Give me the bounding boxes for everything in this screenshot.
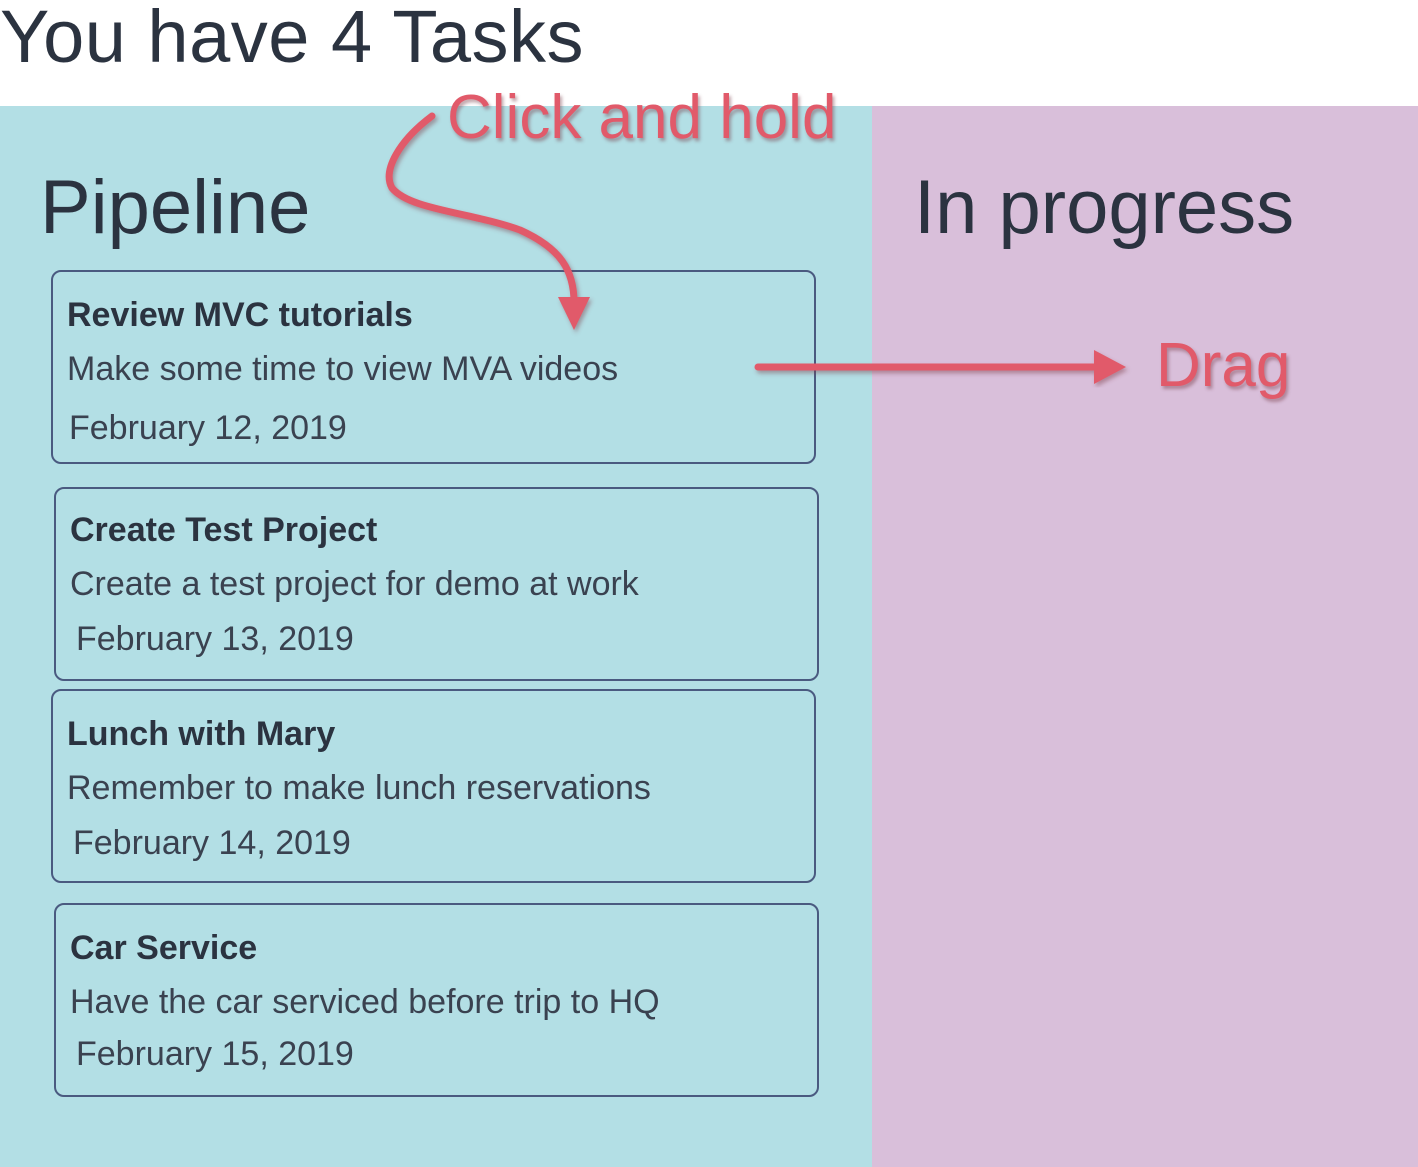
task-title: Car Service (70, 929, 258, 967)
column-in-progress[interactable]: In progress (872, 106, 1418, 1167)
task-date: February 15, 2019 (76, 1035, 354, 1073)
column-title-pipeline: Pipeline (40, 165, 311, 250)
page-title: You have 4 Tasks (0, 0, 584, 78)
annotation-click-and-hold: Click and hold (447, 83, 837, 152)
task-title: Lunch with Mary (67, 715, 336, 753)
column-title-in-progress: In progress (914, 165, 1295, 250)
column-pipeline[interactable]: Pipeline Review MVC tutorials Make some … (0, 106, 872, 1167)
task-description: Remember to make lunch reservations (67, 769, 651, 807)
annotation-drag: Drag (1156, 331, 1291, 400)
task-title: Create Test Project (70, 511, 378, 549)
task-date: February 14, 2019 (73, 824, 351, 862)
task-card-car-service[interactable]: Car Service Have the car serviced before… (54, 903, 819, 1097)
task-card-lunch-with-mary[interactable]: Lunch with Mary Remember to make lunch r… (51, 689, 816, 883)
task-board: Pipeline Review MVC tutorials Make some … (0, 106, 1418, 1167)
task-description: Create a test project for demo at work (70, 565, 639, 603)
task-description: Have the car serviced before trip to HQ (70, 983, 660, 1021)
task-title: Review MVC tutorials (67, 296, 413, 334)
task-card-review-mvc-tutorials[interactable]: Review MVC tutorials Make some time to v… (51, 270, 816, 464)
task-description: Make some time to view MVA videos (67, 350, 619, 388)
task-card-create-test-project[interactable]: Create Test Project Create a test projec… (54, 487, 819, 681)
task-date: February 13, 2019 (76, 620, 354, 658)
task-date: February 12, 2019 (69, 409, 347, 447)
